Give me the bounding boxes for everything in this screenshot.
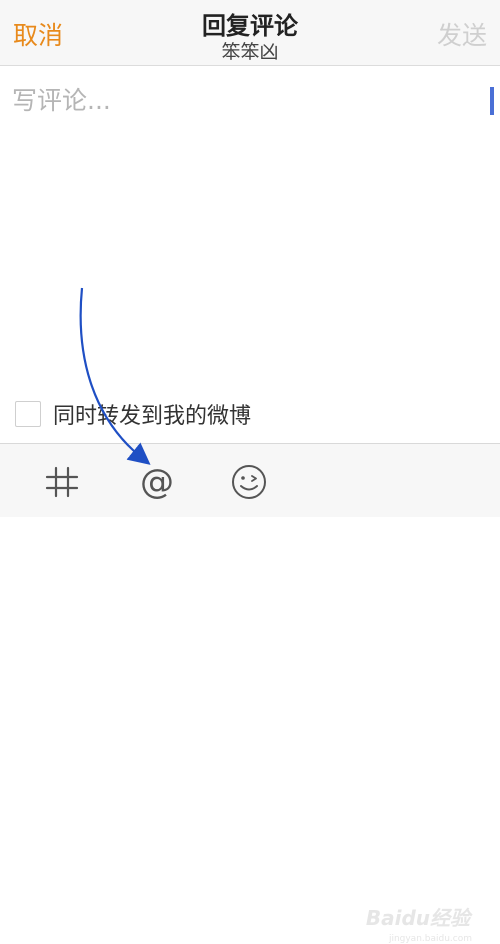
input-toolbar: @ Baidu经验 jingyan.baidu.com [0,443,500,944]
comment-input[interactable] [12,81,482,361]
repost-option[interactable]: 同时转发到我的微博 [15,397,251,431]
reply-target-username: 笨笨凶 [221,41,279,63]
emoji-icon[interactable] [229,462,269,502]
watermark-url: jingyan.baidu.com [388,934,472,944]
watermark-logo: Baidu经验 [365,906,470,930]
navigation-header: 取消 回复评论 笨笨凶 发送 [0,0,500,66]
repost-checkbox[interactable] [15,401,41,427]
hashtag-icon[interactable] [42,462,82,502]
at-mention-icon[interactable]: @ [137,462,177,502]
send-button[interactable]: 发送 [437,16,487,52]
repost-label: 同时转发到我的微博 [53,404,252,429]
comment-area [0,67,500,387]
page-title: 回复评论 [202,12,298,40]
scroll-indicator [490,87,494,115]
